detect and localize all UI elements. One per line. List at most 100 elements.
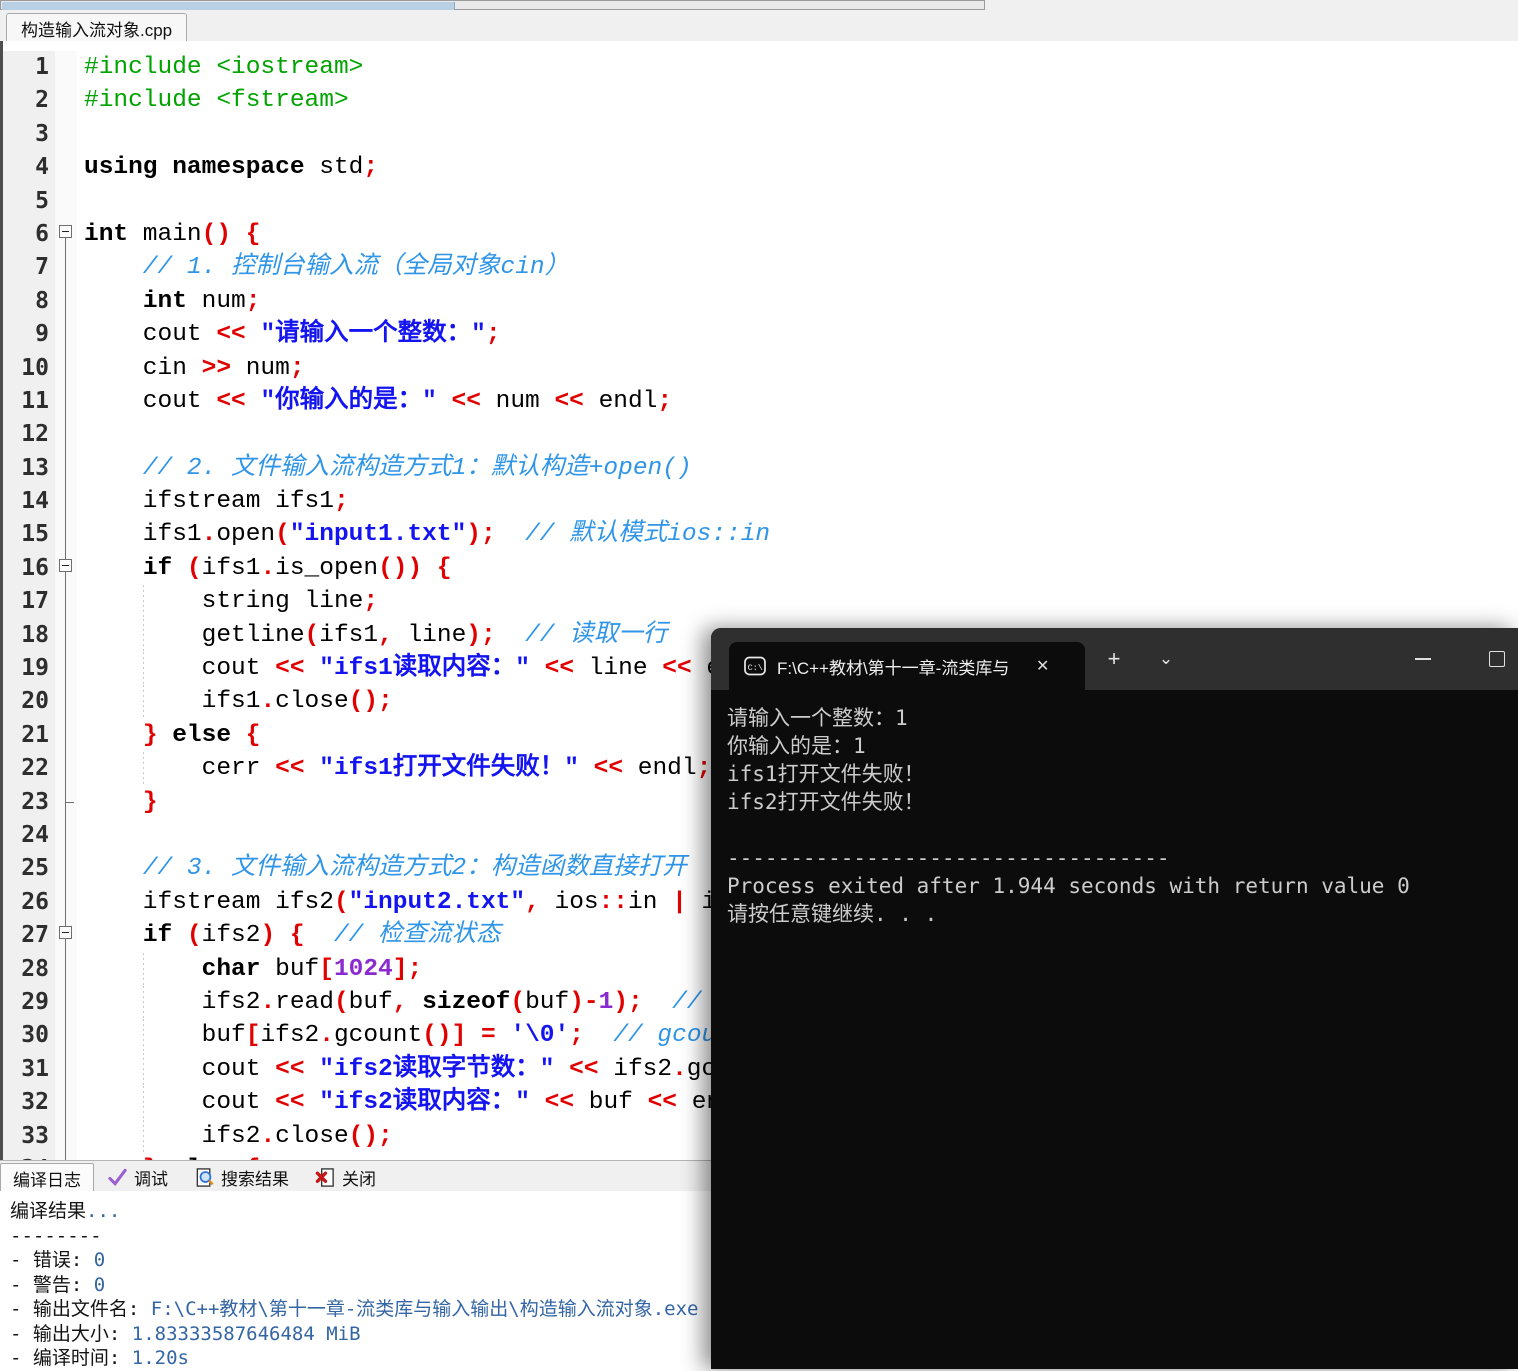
- fold-margin: [55, 518, 77, 552]
- panel-tab-关闭[interactable]: 关闭: [302, 1162, 389, 1192]
- tab-dropdown-button[interactable]: ⌄: [1149, 644, 1183, 676]
- code-line: 7 // 1. 控制台输入流（全局对象cin）: [3, 251, 1518, 285]
- line-number: 2: [3, 84, 55, 118]
- fold-margin: [55, 919, 77, 953]
- line-number: 28: [3, 952, 55, 986]
- fold-margin: [55, 384, 77, 419]
- cmd-icon: C:\: [743, 654, 767, 678]
- code-text: } else {: [142, 721, 261, 749]
- horizontal-scrollbar[interactable]: [0, 0, 985, 10]
- code-text: ifstream ifs1;: [84, 488, 349, 516]
- line-number: 13: [3, 451, 55, 486]
- code-line: 11 cout << "你输入的是：" << num << endl;: [3, 384, 1518, 419]
- fold-margin: [55, 318, 77, 352]
- fold-margin: [55, 585, 77, 619]
- line-number: 7: [3, 251, 55, 285]
- code-text: // 1. 控制台输入流（全局对象cin）: [142, 254, 570, 282]
- terminal-window[interactable]: C:\ F:\C++教材\第十一章-流类库与 ✕ + ⌄ 请输入一个整数：1 你输…: [711, 628, 1518, 1369]
- svg-text:C:\: C:\: [748, 663, 763, 673]
- fold-margin: [55, 752, 77, 786]
- minimize-button[interactable]: [1415, 658, 1431, 660]
- code-text: // 3. 文件输入流构造方式2：构造函数直接打开: [142, 855, 687, 883]
- line-number: 3: [3, 117, 55, 152]
- fold-margin: [55, 117, 77, 152]
- code-line: 4 using namespace std;: [3, 151, 1518, 185]
- line-number: 21: [3, 718, 55, 753]
- fold-toggle-icon[interactable]: [59, 224, 72, 238]
- code-text: char buf[1024];: [77, 952, 423, 986]
- fold-margin: [55, 952, 77, 986]
- line-number: 14: [3, 485, 55, 519]
- line-number: 20: [3, 685, 55, 719]
- panel-tab-调试[interactable]: 调试: [94, 1162, 181, 1192]
- line-number: 18: [3, 618, 55, 653]
- panel-tab-编译日志[interactable]: 编译日志: [0, 1163, 94, 1192]
- fold-margin: [55, 251, 77, 285]
- line-number: 19: [3, 652, 55, 686]
- code-line: 3: [3, 117, 1518, 152]
- scrollbar-thumb[interactable]: [2, 2, 455, 10]
- fold-margin: [55, 284, 77, 319]
- panel-tab-label: 编译日志: [13, 1170, 81, 1190]
- close-doc-icon: [315, 1167, 336, 1188]
- panel-tab-搜索结果[interactable]: 搜索结果: [181, 1162, 302, 1192]
- fold-margin: [55, 451, 77, 486]
- tab-close-icon[interactable]: ✕: [1036, 656, 1049, 676]
- code-text: if (ifs1.is_open()) {: [142, 554, 452, 582]
- code-text: int main() {: [84, 220, 261, 248]
- line-number: 1: [3, 51, 55, 85]
- code-line: 16 if (ifs1.is_open()) {: [3, 551, 1518, 586]
- code-line: 10 cin >> num;: [3, 351, 1518, 385]
- new-tab-button[interactable]: +: [1097, 644, 1131, 676]
- code-line: 17 string line;: [3, 585, 1518, 619]
- fold-margin: [55, 685, 77, 719]
- fold-margin: [55, 84, 77, 118]
- fold-margin: [55, 151, 77, 185]
- code-text: cout << "ifs1读取内容：" << line << endl;: [77, 652, 780, 686]
- line-number: 23: [3, 785, 55, 819]
- code-text: ifs1.close();: [77, 685, 393, 719]
- fold-margin: [55, 1086, 77, 1120]
- top-scrollbar-strip: [0, 0, 1518, 10]
- line-number: 15: [3, 518, 55, 552]
- fold-toggle-icon[interactable]: [59, 558, 72, 572]
- fold-margin: [55, 1052, 77, 1087]
- terminal-line: 请输入一个整数：1: [727, 706, 908, 730]
- panel-tab-label: 关闭: [342, 1169, 376, 1189]
- terminal-line: ifs2打开文件失败！: [727, 790, 925, 814]
- code-text: ifs2.close();: [77, 1119, 393, 1153]
- search-doc-icon: [194, 1167, 215, 1188]
- terminal-output[interactable]: 请输入一个整数：1 你输入的是：1 ifs1打开文件失败！ ifs2打开文件失败！ -…: [727, 704, 1514, 1365]
- code-line: 8 int num;: [3, 284, 1518, 319]
- code-line: 1 #include <iostream>: [3, 51, 1518, 85]
- line-number: 24: [3, 818, 55, 853]
- terminal-line: ifs1打开文件失败！: [727, 762, 925, 786]
- maximize-button[interactable]: [1489, 651, 1505, 667]
- terminal-tab[interactable]: C:\ F:\C++教材\第十一章-流类库与 ✕: [729, 642, 1085, 690]
- terminal-line: -----------------------------------: [727, 846, 1170, 870]
- code-text: }: [142, 788, 158, 816]
- line-number: 34: [3, 1152, 55, 1160]
- code-line: 9 cout << "请输入一个整数：";: [3, 318, 1518, 352]
- code-line: 13 // 2. 文件输入流构造方式1：默认构造+open(): [3, 451, 1518, 486]
- fold-margin: [55, 1152, 77, 1160]
- line-number: 25: [3, 852, 55, 886]
- code-line: 5: [3, 184, 1518, 218]
- fold-margin: [55, 418, 77, 452]
- code-text: cin >> num;: [84, 354, 305, 382]
- fold-toggle-icon[interactable]: [59, 926, 72, 940]
- code-text: #include <iostream>: [84, 54, 364, 81]
- code-line: 14 ifstream ifs1;: [3, 485, 1518, 519]
- line-number: 5: [3, 184, 55, 218]
- line-number: 12: [3, 418, 55, 452]
- terminal-titlebar[interactable]: C:\ F:\C++教材\第十一章-流类库与 ✕ + ⌄: [711, 628, 1518, 690]
- line-number: 31: [3, 1052, 55, 1087]
- panel-tab-label: 搜索结果: [221, 1169, 289, 1189]
- terminal-tab-title: F:\C++教材\第十一章-流类库与: [777, 658, 1010, 678]
- editor-tab-active[interactable]: 构造输入流对象.cpp: [6, 13, 188, 42]
- fold-margin: [55, 551, 77, 586]
- fold-margin: [55, 1019, 77, 1053]
- fold-margin: [55, 718, 77, 753]
- line-number: 17: [3, 585, 55, 619]
